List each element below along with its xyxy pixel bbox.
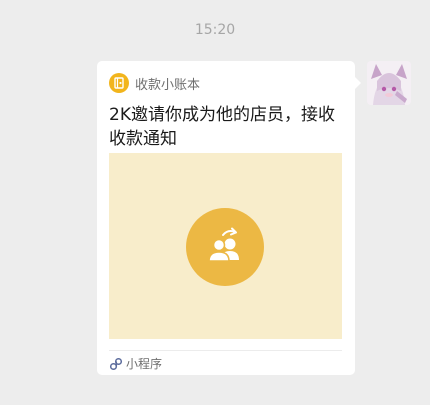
mini-program-label: 小程序 [126,356,163,371]
invite-staff-icon [208,227,239,262]
mini-program-card[interactable]: 收款小账本 2K邀请你成为他的店员，接收收款通知 小程序 [97,61,361,375]
card-cover [109,153,342,339]
avatar-image [367,61,411,105]
cover-badge [186,208,264,286]
mini-program-icon [109,356,123,371]
sender-avatar[interactable] [367,61,411,105]
message-title: 2K邀请你成为他的店员，接收收款通知 [109,105,335,149]
footer-divider [109,350,342,351]
bubble-tail [355,77,361,89]
mini-program-footer: 小程序 [109,354,162,372]
ledger-icon [109,73,129,93]
timestamp: 15:20 [194,22,236,38]
app-header: 收款小账本 [109,73,200,93]
app-name: 收款小账本 [135,77,201,93]
